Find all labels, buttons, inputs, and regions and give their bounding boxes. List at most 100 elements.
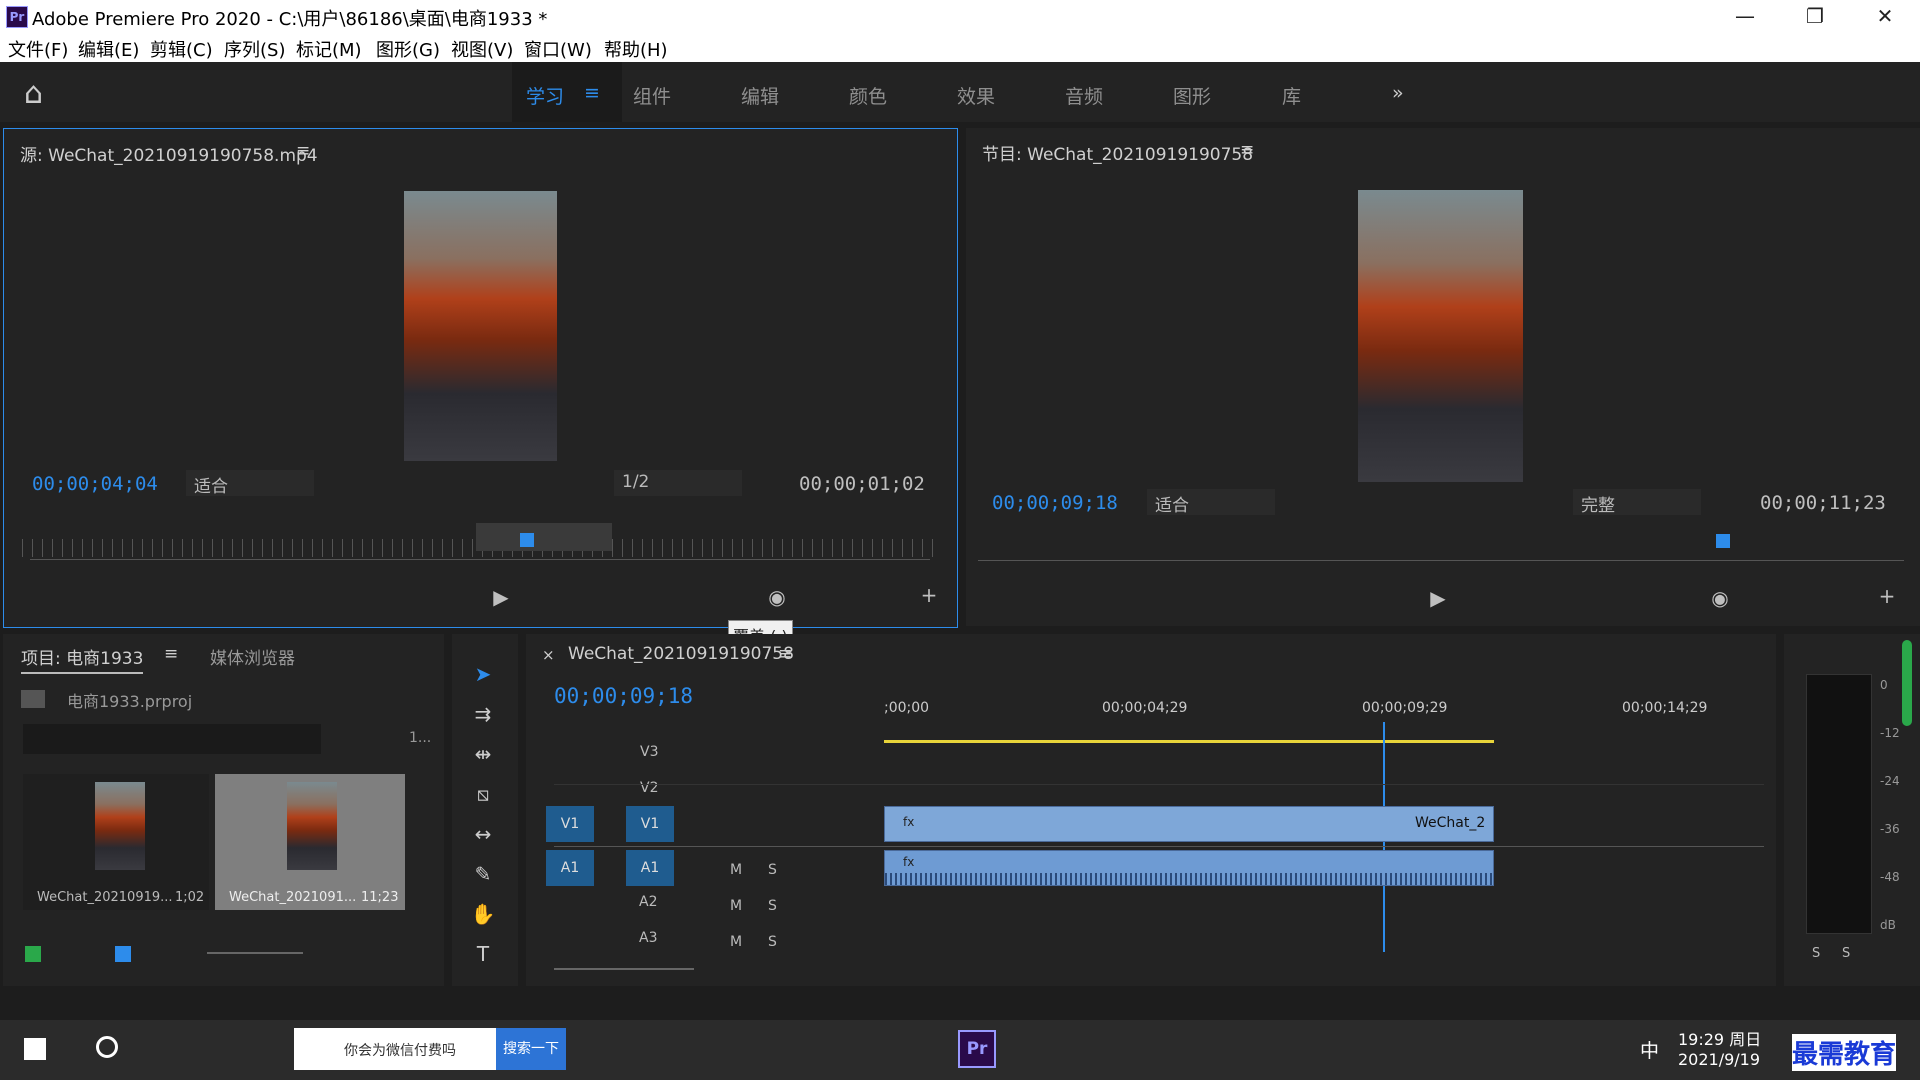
audio-meter-panel: 0 -12 -24 -36 -48 dB S S bbox=[1784, 634, 1920, 986]
fx-badge-icon: fx bbox=[903, 815, 915, 829]
menu-clip[interactable]: 剪辑(C) bbox=[150, 36, 213, 62]
track-select-tool-icon[interactable]: ⇉ bbox=[466, 702, 500, 732]
thumbnail-zoom-slider[interactable] bbox=[207, 952, 303, 954]
clock-time[interactable]: 19:29 周日 bbox=[1678, 1026, 1761, 1050]
program-zoom-bar[interactable] bbox=[978, 560, 1904, 561]
source-playhead[interactable] bbox=[520, 533, 534, 547]
menu-window[interactable]: 窗口(W) bbox=[524, 36, 592, 62]
program-play-icon[interactable]: ▶ bbox=[1423, 586, 1453, 610]
restore-button[interactable]: ❐ bbox=[1780, 0, 1850, 32]
close-button[interactable]: ✕ bbox=[1850, 0, 1920, 32]
source-timecode[interactable]: 00;00;04;04 bbox=[32, 473, 158, 495]
menu-file[interactable]: 文件(F) bbox=[8, 36, 68, 62]
workspace-tab-editing[interactable]: 编辑 bbox=[741, 82, 779, 109]
minimize-button[interactable]: — bbox=[1710, 0, 1780, 32]
timeline-horizontal-scrollbar[interactable] bbox=[554, 968, 694, 970]
track-target-a1[interactable]: A1 bbox=[626, 850, 674, 886]
mute-a2-button[interactable]: M bbox=[730, 898, 742, 914]
project-panel: 项目: 电商1933 ≡ 媒体浏览器 电商1933.prproj 1... We… bbox=[3, 634, 444, 986]
razor-tool-icon[interactable]: ⧅ bbox=[466, 782, 500, 812]
program-video-frame bbox=[1358, 190, 1523, 482]
program-monitor-title[interactable]: 节目: WeChat_20210919190758 bbox=[982, 140, 1253, 165]
timeline-timecode[interactable]: 00;00;09;18 bbox=[554, 684, 693, 708]
source-play-icon[interactable]: ▶ bbox=[486, 585, 516, 609]
project-tab[interactable]: 项目: 电商1933 bbox=[21, 644, 144, 674]
program-panel-menu-icon[interactable]: ≡ bbox=[1240, 140, 1254, 160]
program-duration: 00;00;11;23 bbox=[1760, 492, 1886, 514]
lock-icon[interactable] bbox=[25, 946, 41, 962]
solo-a3-button[interactable]: S bbox=[768, 934, 777, 950]
source-zoom-bar[interactable] bbox=[30, 559, 930, 560]
type-tool-icon[interactable]: T bbox=[466, 942, 500, 972]
solo-a2-button[interactable]: S bbox=[768, 898, 777, 914]
source-patch-v1[interactable]: V1 bbox=[546, 806, 594, 842]
more-workspaces-icon[interactable]: » bbox=[1392, 82, 1404, 104]
ripple-edit-tool-icon[interactable]: ⇹ bbox=[466, 742, 500, 772]
media-browser-tab[interactable]: 媒体浏览器 bbox=[210, 644, 295, 669]
clock-date[interactable]: 2021/9/19 bbox=[1678, 1050, 1760, 1069]
track-target-v1[interactable]: V1 bbox=[626, 806, 674, 842]
source-in-out-range[interactable] bbox=[476, 523, 612, 551]
menu-sequence[interactable]: 序列(S) bbox=[224, 36, 285, 62]
ruler-label: 00;00;14;29 bbox=[1622, 700, 1708, 716]
workspace-tab-assembly[interactable]: 组件 bbox=[633, 82, 671, 109]
project-search-input[interactable] bbox=[23, 724, 321, 754]
source-resolution-select[interactable]: 1/2 bbox=[614, 470, 742, 496]
premiere-taskbar-icon[interactable]: Pr bbox=[958, 1030, 996, 1068]
video-clip[interactable]: WeChat_2 fx bbox=[884, 806, 1494, 842]
meter-scrollbar[interactable] bbox=[1902, 640, 1912, 726]
windows-start-icon[interactable] bbox=[24, 1038, 46, 1060]
selection-tool-icon[interactable]: ➤ bbox=[466, 662, 500, 692]
cortana-icon[interactable] bbox=[96, 1036, 118, 1058]
workspace-tab-graphics[interactable]: 图形 bbox=[1173, 82, 1211, 109]
source-camera-icon[interactable]: ◉ bbox=[762, 585, 792, 609]
workspace-tab-color[interactable]: 颜色 bbox=[849, 82, 887, 109]
program-playhead[interactable] bbox=[1716, 534, 1730, 548]
hand-tool-icon[interactable]: ✋ bbox=[466, 902, 500, 932]
menu-edit[interactable]: 编辑(E) bbox=[78, 36, 139, 62]
audio-clip[interactable]: fx bbox=[884, 850, 1495, 886]
project-item-selected[interactable]: WeChat_2021091... 11;23 bbox=[215, 774, 405, 910]
mute-a3-button[interactable]: M bbox=[730, 934, 742, 950]
icon-view-icon[interactable] bbox=[115, 946, 131, 962]
menu-marker[interactable]: 标记(M) bbox=[296, 36, 362, 62]
source-panel-menu-icon[interactable]: ≡ bbox=[296, 141, 310, 161]
timeline-close-icon[interactable]: × bbox=[542, 646, 555, 664]
ime-indicator[interactable]: 中 bbox=[1640, 1036, 1659, 1063]
slip-tool-icon[interactable]: ↔ bbox=[466, 822, 500, 852]
pen-tool-icon[interactable]: ✎ bbox=[466, 862, 500, 892]
av-divider bbox=[554, 846, 1764, 847]
workspace-tab-effects[interactable]: 效果 bbox=[957, 82, 995, 109]
home-icon[interactable]: ⌂ bbox=[24, 76, 43, 111]
workspace-tab-audio[interactable]: 音频 bbox=[1065, 82, 1103, 109]
taskbar-search-box[interactable]: 你会为微信付费吗 bbox=[294, 1028, 496, 1070]
program-timecode[interactable]: 00;00;09;18 bbox=[992, 492, 1118, 514]
source-monitor-title[interactable]: 源: WeChat_20210919190758.mp4 bbox=[20, 141, 318, 166]
work-area-bar[interactable] bbox=[884, 740, 1494, 743]
program-add-button[interactable]: + bbox=[1872, 584, 1902, 608]
meter-solo-left-button[interactable]: S bbox=[1812, 946, 1820, 961]
menu-help[interactable]: 帮助(H) bbox=[604, 36, 668, 62]
menu-view[interactable]: 视图(V) bbox=[451, 36, 513, 62]
source-add-button[interactable]: + bbox=[914, 583, 944, 607]
meter-label: dB bbox=[1880, 918, 1896, 932]
mute-a1-button[interactable]: M bbox=[730, 862, 742, 878]
taskbar-search-button[interactable]: 搜索一下 bbox=[496, 1028, 566, 1070]
program-quality-select[interactable]: 完整 bbox=[1573, 489, 1701, 516]
timeline-panel-menu-icon[interactable]: ≡ bbox=[778, 644, 792, 664]
menu-graphics[interactable]: 图形(G) bbox=[376, 36, 440, 62]
workspace-menu-icon[interactable]: ≡ bbox=[584, 82, 600, 104]
source-zoom-select[interactable]: 适合 bbox=[186, 470, 314, 497]
solo-a1-button[interactable]: S bbox=[768, 862, 777, 878]
project-item[interactable]: WeChat_20210919... 1;02 bbox=[23, 774, 209, 910]
timeline-tab[interactable]: WeChat_20210919190758 bbox=[568, 644, 794, 664]
workspace-tab-learn[interactable]: 学习 bbox=[526, 82, 564, 109]
program-camera-icon[interactable]: ◉ bbox=[1705, 586, 1735, 610]
source-monitor: 源: WeChat_20210919190758.mp4 ≡ 00;00;04;… bbox=[3, 128, 958, 628]
workspace-tab-libraries[interactable]: 库 bbox=[1282, 82, 1301, 109]
project-item-count: 1... bbox=[409, 730, 432, 746]
program-zoom-select[interactable]: 适合 bbox=[1147, 489, 1275, 516]
meter-solo-right-button[interactable]: S bbox=[1842, 946, 1850, 961]
project-panel-menu-icon[interactable]: ≡ bbox=[164, 644, 178, 664]
source-patch-a1[interactable]: A1 bbox=[546, 850, 594, 886]
